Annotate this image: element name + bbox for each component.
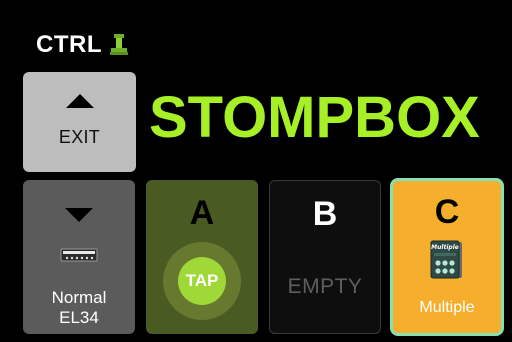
amp-channel-button[interactable]: Normal EL34 [23, 180, 135, 334]
page-title: STOMPBOX [149, 85, 480, 150]
amp-channel-label: Normal EL34 [23, 288, 135, 328]
tap-button[interactable]: TAP [178, 257, 226, 305]
stomp-b-label: EMPTY [287, 275, 363, 298]
tap-button-ring[interactable]: TAP [163, 242, 241, 320]
stomp-b-letter: B [312, 195, 338, 233]
effect-pedal-text: Multiple [431, 244, 459, 251]
amp-model-icon [60, 247, 98, 263]
triangle-up-icon [66, 94, 94, 108]
header: CTRL [36, 33, 128, 57]
ctrl-label: CTRL [36, 31, 102, 58]
amp-model-name: EL34 [59, 308, 99, 327]
amp-channel-name: Normal [51, 288, 107, 307]
pin-icon [109, 34, 128, 56]
effect-pedal-icon: Multiple [430, 240, 464, 280]
stomp-a-letter: A [189, 194, 215, 232]
triangle-down-icon [65, 208, 93, 222]
exit-label: EXIT [58, 127, 101, 147]
stomp-c-letter: C [434, 193, 460, 231]
stomp-b-tile[interactable]: B EMPTY [269, 180, 381, 334]
exit-button[interactable]: EXIT [23, 72, 136, 172]
stomp-a-tile[interactable]: A TAP [146, 180, 258, 334]
stomp-c-label: Multiple [419, 299, 475, 316]
stomp-c-tile[interactable]: C Multiple Multiple [390, 178, 504, 336]
tap-label: TAP [185, 271, 219, 290]
